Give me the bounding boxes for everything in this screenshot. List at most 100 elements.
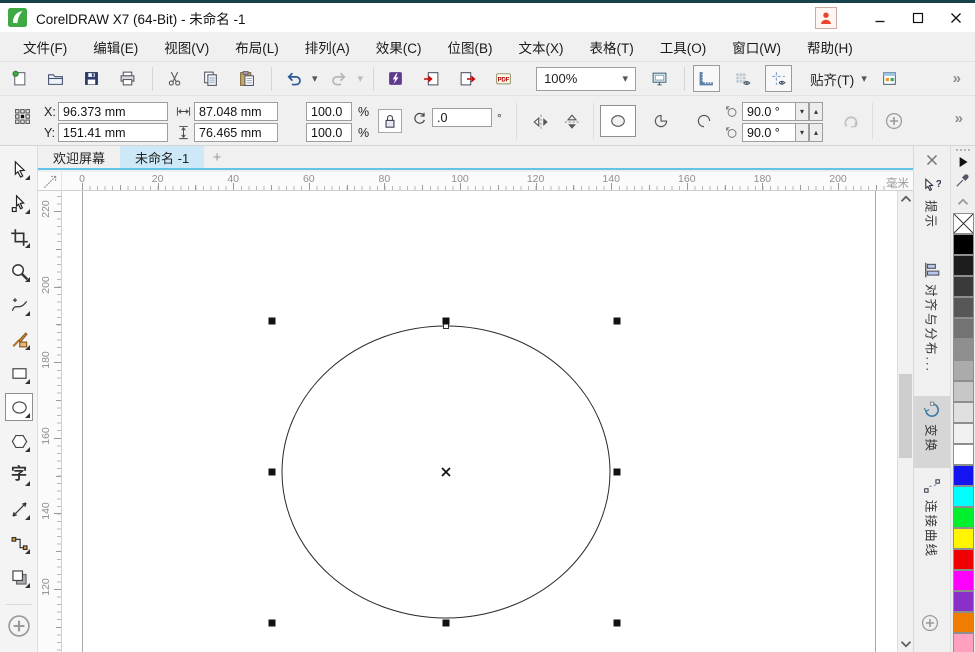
end-angle-spin-up[interactable]: ▴ [809, 123, 823, 142]
horizontal-ruler-scale[interactable]: 0 20 40 60 80 100 120 140 160 180 200 [62, 172, 890, 190]
end-angle-spin-down[interactable]: ▾ [795, 123, 809, 142]
object-center-marker[interactable] [441, 467, 451, 477]
color-swatch-white[interactable] [953, 444, 974, 465]
new-document-tab-button[interactable]: + [204, 146, 230, 168]
freehand-tool[interactable] [5, 291, 33, 319]
zoom-level-combo[interactable]: 100% ▾ [536, 66, 637, 91]
flyout-triangle-icon[interactable] [25, 447, 30, 452]
flyout-triangle-icon[interactable] [25, 413, 30, 418]
end-angle-field[interactable] [742, 123, 796, 142]
color-swatch-30-black[interactable] [953, 381, 974, 402]
color-swatch-20-black[interactable] [953, 402, 974, 423]
menu-item-3[interactable]: 布局(L) [222, 33, 292, 61]
ellipse-tool[interactable] [5, 393, 33, 421]
maximize-button[interactable] [899, 3, 937, 32]
menu-item-4[interactable]: 排列(A) [292, 33, 363, 61]
scale-width-field[interactable] [306, 102, 352, 121]
wrap-text-button[interactable] [880, 107, 908, 135]
undo-button[interactable] [280, 65, 307, 92]
menu-item-0[interactable]: 文件(F) [10, 33, 80, 61]
document-tab-0[interactable]: 欢迎屏幕 [38, 146, 120, 168]
color-swatch-pink[interactable] [953, 633, 974, 652]
start-angle-spin-down[interactable]: ▾ [795, 102, 809, 121]
toolbar-overflow-button[interactable]: » [945, 70, 969, 87]
arc-mode-button[interactable] [686, 105, 722, 137]
palette-eyedropper-button[interactable] [954, 172, 972, 188]
rotation-angle-field[interactable] [432, 108, 492, 127]
polygon-tool[interactable] [5, 427, 33, 455]
menu-item-8[interactable]: 表格(T) [577, 33, 647, 61]
ruler-origin-button[interactable] [38, 172, 62, 191]
account-sign-in-button[interactable] [815, 7, 837, 29]
pie-mode-button[interactable] [643, 105, 679, 137]
document-tab-1[interactable]: 未命名 -1 [120, 146, 205, 168]
minimize-button[interactable] [861, 3, 899, 32]
redo-dropdown[interactable]: ▾ [358, 72, 364, 85]
flyout-triangle-icon[interactable] [25, 175, 30, 180]
flyout-triangle-icon[interactable] [25, 481, 30, 486]
flyout-triangle-icon[interactable] [25, 379, 30, 384]
paste-button[interactable] [233, 65, 260, 92]
color-swatch-black[interactable] [953, 234, 974, 255]
vertical-scrollbar[interactable] [897, 191, 913, 652]
color-swatch-red[interactable] [953, 549, 974, 570]
color-swatch-40-black[interactable] [953, 360, 974, 381]
menu-item-9[interactable]: 工具(O) [647, 33, 720, 61]
flyout-triangle-icon[interactable] [25, 243, 30, 248]
scrollbar-thumb[interactable] [899, 374, 912, 458]
print-button[interactable] [114, 65, 141, 92]
cut-button[interactable] [161, 65, 188, 92]
new-document-button[interactable] [6, 65, 33, 92]
selection-handles[interactable] [268, 317, 621, 627]
color-swatch-yellow[interactable] [953, 528, 974, 549]
menu-item-6[interactable]: 位图(B) [435, 33, 506, 61]
ellipse-mode-button[interactable] [600, 105, 636, 137]
object-height-field[interactable] [194, 123, 278, 142]
docker-tab-0[interactable]: ? 提示 [914, 172, 950, 252]
pick-tool[interactable] [5, 155, 33, 183]
menu-item-7[interactable]: 文本(X) [506, 33, 577, 61]
shape-tool[interactable] [5, 189, 33, 217]
x-position-field[interactable] [58, 102, 168, 121]
pdf-publish-button[interactable]: PDF [490, 65, 517, 92]
docker-tab-2[interactable]: 变换 [914, 396, 950, 468]
artistic-media-tool[interactable] [5, 325, 33, 353]
flyout-triangle-icon[interactable] [25, 345, 30, 350]
color-swatch-magenta[interactable] [953, 570, 974, 591]
interactive-effects-tool[interactable] [5, 563, 33, 591]
palette-flyout-button[interactable] [954, 154, 972, 170]
export-button[interactable] [454, 65, 481, 92]
dimension-tool[interactable] [5, 495, 33, 523]
object-width-field[interactable] [194, 102, 278, 121]
menu-item-5[interactable]: 效果(C) [363, 33, 435, 61]
color-swatch-10-black[interactable] [953, 423, 974, 444]
snap-to-button[interactable]: 贴齐(T) ▾ [801, 66, 876, 92]
flyout-triangle-icon[interactable] [25, 549, 30, 554]
scale-height-field[interactable] [306, 123, 352, 142]
horizontal-ruler[interactable]: 0 20 40 60 80 100 120 140 160 180 200 毫米 [38, 172, 913, 191]
options-button[interactable] [876, 65, 903, 92]
color-swatch-80-black[interactable] [953, 276, 974, 297]
show-grid-button[interactable] [729, 65, 756, 92]
show-guidelines-button[interactable] [765, 65, 793, 92]
start-angle-spin-up[interactable]: ▴ [809, 102, 823, 121]
lock-ratio-button[interactable] [378, 109, 402, 133]
rectangle-tool[interactable] [5, 359, 33, 387]
color-swatch-green[interactable] [953, 507, 974, 528]
docker-add-button[interactable] [921, 614, 939, 632]
y-position-field[interactable] [58, 123, 168, 142]
color-swatch-70-black[interactable] [953, 297, 974, 318]
mirror-vertical-button[interactable] [559, 109, 585, 135]
show-rulers-button[interactable] [693, 65, 721, 92]
save-button[interactable] [78, 65, 105, 92]
color-swatch-50-black[interactable] [953, 339, 974, 360]
connector-tool[interactable] [5, 529, 33, 557]
menu-item-10[interactable]: 窗口(W) [719, 33, 794, 61]
menu-item-2[interactable]: 视图(V) [151, 33, 222, 61]
color-swatch-60-black[interactable] [953, 318, 974, 339]
open-button[interactable] [42, 65, 69, 92]
menu-item-1[interactable]: 编辑(E) [80, 33, 151, 61]
flyout-triangle-icon[interactable] [25, 277, 30, 282]
palette-scroll-up-button[interactable] [954, 194, 972, 210]
start-angle-field[interactable] [742, 102, 796, 121]
